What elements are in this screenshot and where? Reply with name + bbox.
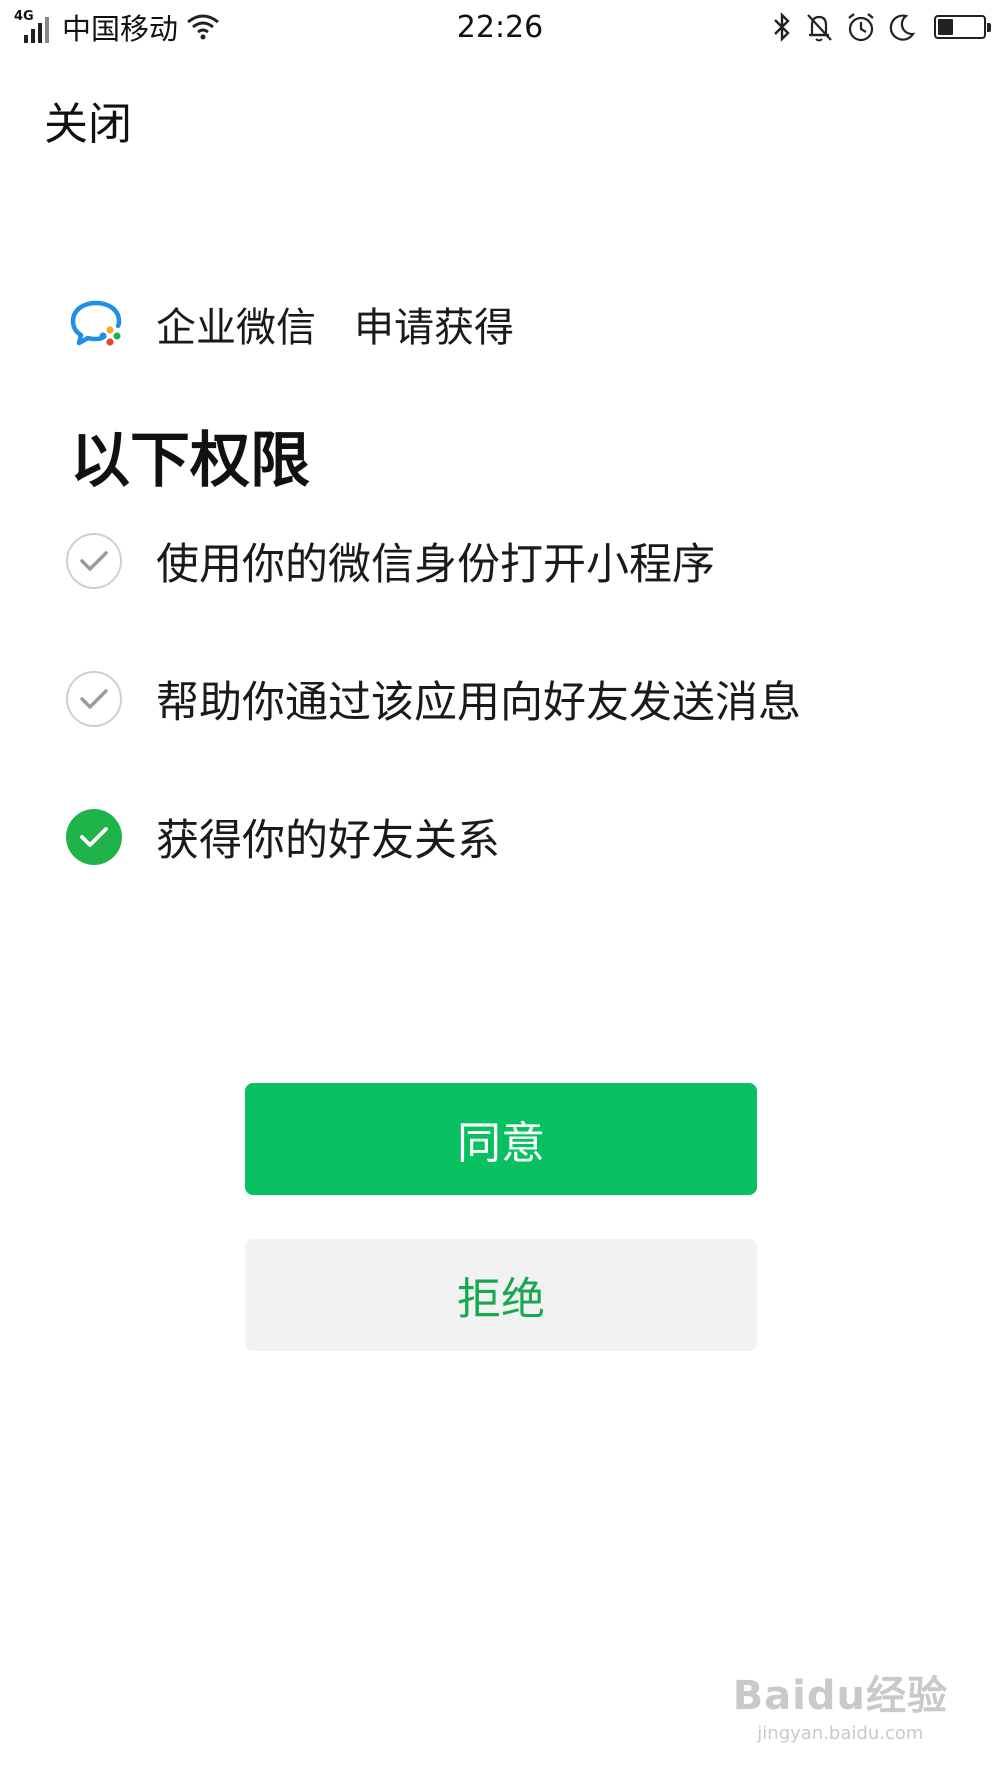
permission-label: 获得你的好友关系 [156,816,500,866]
wecom-logo-icon [70,300,122,346]
permission-item-send-messages[interactable]: 帮助你通过该应用向好友发送消息 [66,668,801,730]
check-icon[interactable] [66,533,122,589]
bluetooth-icon [774,12,790,42]
status-bar: 4G 中国移动 22:26 [0,0,1000,54]
permissions-heading: 以下权限 [70,426,310,496]
check-icon[interactable] [66,809,122,865]
battery-fill [938,19,954,35]
status-right [772,10,991,44]
battery-icon [934,15,991,39]
baidu-watermark: Baidu经验 jingyan.baidu.com [733,1663,948,1744]
permission-item-open-miniprogram[interactable]: 使用你的微信身份打开小程序 [66,530,715,592]
permission-item-friend-relations[interactable]: 获得你的好友关系 [66,806,500,868]
watermark-brand: Baidu经验 [732,1673,948,1719]
alarm-icon [848,13,874,42]
close-button[interactable]: 关闭 [44,88,132,152]
watermark-url: jingyan.baidu.com [757,1723,924,1744]
check-icon[interactable] [66,671,122,727]
request-text: 申请获得 [354,305,514,351]
permission-label: 帮助你通过该应用向好友发送消息 [156,678,801,728]
permission-label: 使用你的微信身份打开小程序 [156,540,715,590]
permission-screen: 4G 中国移动 22:26 关闭 企业微信 申请获得 以下权限 使用你的微信身份… [0,0,1000,1778]
agree-button[interactable]: 同意 [245,1083,757,1195]
app-request-row: 企业微信 申请获得 [70,295,514,353]
mute-bell-icon [807,14,832,42]
reject-button[interactable]: 拒绝 [245,1239,757,1351]
do-not-disturb-moon-icon [889,14,916,41]
app-name: 企业微信 [156,305,316,351]
